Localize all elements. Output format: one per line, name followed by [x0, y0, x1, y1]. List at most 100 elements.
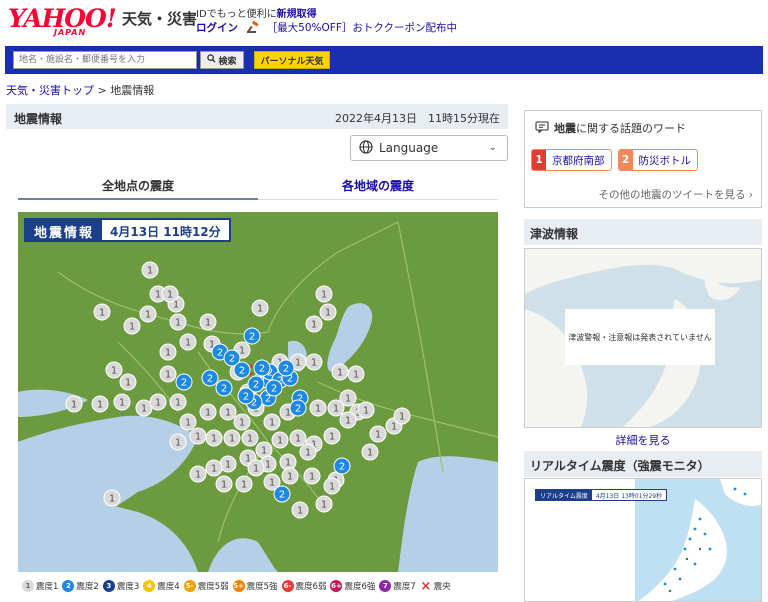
- intensity-marker: 2: [233, 361, 251, 379]
- svg-text:1: 1: [195, 432, 201, 443]
- main-section-header: 地震情報 2022年4月13日 11時15分現在: [6, 104, 508, 129]
- more-tweets-link[interactable]: その他の地震のツイートを見る ›: [598, 187, 753, 202]
- svg-text:2: 2: [249, 332, 255, 343]
- intensity-marker: 1: [199, 313, 217, 331]
- svg-text:1: 1: [311, 358, 317, 369]
- legend-label: 震度2: [76, 582, 99, 592]
- svg-text:1: 1: [167, 290, 173, 301]
- svg-text:1: 1: [71, 400, 77, 411]
- epicenter-icon: ×: [420, 578, 432, 594]
- intensity-marker: 2: [247, 375, 265, 393]
- yahoo-logo[interactable]: YAHOO! JAPAN: [8, 4, 118, 37]
- intensity-marker: 1: [205, 459, 223, 477]
- page-title: 地震情報: [14, 112, 63, 126]
- legend-label: 震度7: [393, 582, 416, 592]
- intensity-marker: 1: [361, 443, 379, 461]
- intensity-marker: 1: [159, 365, 177, 383]
- intensity-marker: 1: [309, 399, 327, 417]
- intensity-marker: 1: [303, 467, 321, 485]
- intensity-marker: 1: [123, 317, 141, 335]
- intensity-dot: 4: [143, 580, 156, 592]
- intensity-marker: 1: [305, 315, 323, 333]
- intensity-marker: 1: [179, 333, 197, 351]
- svg-text:2: 2: [279, 490, 285, 501]
- search-input[interactable]: [13, 51, 197, 69]
- legend-item: 7 震度7: [379, 580, 416, 592]
- earthquake-map[interactable]: 1111111111111111111111111111111111111111…: [18, 212, 498, 572]
- language-select[interactable]: Language ⌄: [350, 135, 508, 161]
- svg-text:1: 1: [175, 438, 181, 449]
- svg-text:1: 1: [295, 358, 301, 369]
- intensity-marker: 1: [149, 393, 167, 411]
- legend-item: 5- 震度5弱: [183, 580, 229, 592]
- svg-text:1: 1: [309, 472, 315, 483]
- intensity-marker: 1: [161, 285, 179, 303]
- svg-text:2: 2: [229, 354, 235, 365]
- globe-icon: [359, 139, 373, 157]
- tsunami-status: 津波警報・注意報は発表されていません: [565, 309, 715, 365]
- legend-label: 震度6弱: [295, 582, 327, 592]
- tsunami-detail-link[interactable]: 詳細を見る: [524, 432, 762, 448]
- intensity-dot: 7: [379, 580, 392, 592]
- service-name[interactable]: 天気・災害: [122, 8, 197, 29]
- intensity-marker: 1: [199, 403, 217, 421]
- intensity-marker: 2: [215, 379, 233, 397]
- tsunami-map[interactable]: 津波警報・注意報は発表されていません: [524, 248, 762, 428]
- svg-text:1: 1: [119, 398, 125, 409]
- intensity-dot: 5-: [183, 580, 196, 592]
- intensity-marker: 1: [319, 303, 337, 321]
- intensity-marker: 1: [315, 285, 333, 303]
- intensity-marker: 2: [277, 359, 295, 377]
- chat-icon: [535, 120, 549, 136]
- intensity-marker: 1: [219, 455, 237, 473]
- legend-label: 震度3: [116, 582, 140, 592]
- svg-text:1: 1: [125, 378, 131, 389]
- coupon-link[interactable]: ［最大50%OFF］おトククーポン配布中: [267, 22, 457, 34]
- svg-text:1: 1: [185, 338, 191, 349]
- tsunami-header: 津波情報: [524, 219, 762, 245]
- svg-text:1: 1: [211, 434, 217, 445]
- legend-item: × 震央: [420, 578, 450, 594]
- intensity-marker: 1: [279, 453, 297, 471]
- breadcrumb-top-link[interactable]: 天気・災害トップ: [6, 84, 94, 97]
- intensity-marker: 1: [233, 413, 251, 431]
- svg-text:1: 1: [97, 400, 103, 411]
- svg-text:1: 1: [315, 404, 321, 415]
- tab-each-region[interactable]: 各地域の震度: [258, 172, 498, 200]
- intensity-marker: 1: [113, 393, 131, 411]
- intensity-marker: 1: [139, 305, 157, 323]
- search-button[interactable]: 検索: [200, 51, 244, 69]
- svg-text:2: 2: [207, 374, 213, 385]
- intensity-dot: 2: [62, 580, 75, 592]
- svg-text:1: 1: [225, 408, 231, 419]
- svg-text:1: 1: [155, 398, 161, 409]
- svg-text:1: 1: [329, 432, 335, 443]
- legend-label: 震度1: [36, 582, 59, 592]
- breadcrumb: 天気・災害トップ > 地震情報: [6, 84, 155, 97]
- svg-text:1: 1: [329, 482, 335, 493]
- svg-text:1: 1: [141, 404, 147, 415]
- intensity-marker: 1: [347, 365, 365, 383]
- svg-text:2: 2: [253, 380, 259, 391]
- trending-word-2[interactable]: 2 防災ボトル: [617, 149, 698, 171]
- login-link[interactable]: ログイン: [196, 22, 238, 34]
- legend-item: 2 震度2: [62, 580, 99, 592]
- map-title-label: 地震情報 4月13日 11時12分: [24, 218, 231, 242]
- intensity-marker: 1: [223, 429, 241, 447]
- legend-item: 6- 震度6弱: [281, 580, 327, 592]
- realtime-intensity-map[interactable]: リアルタイム震度 4月13日 13時01分29秒: [524, 478, 762, 602]
- intensity-marker: 1: [339, 389, 357, 407]
- search-icon: [207, 54, 217, 66]
- svg-text:1: 1: [321, 290, 327, 301]
- intensity-marker: 2: [243, 327, 261, 345]
- intensity-marker: 1: [169, 393, 187, 411]
- intensity-marker: 1: [339, 411, 357, 429]
- intensity-marker: 1: [393, 407, 411, 425]
- svg-text:1: 1: [261, 446, 267, 457]
- personal-weather-button[interactable]: パーソナル天気: [254, 51, 330, 69]
- svg-text:1: 1: [353, 370, 359, 381]
- tab-all-points[interactable]: 全地点の震度: [18, 172, 258, 200]
- trending-word-1[interactable]: 1 京都府南部: [531, 149, 612, 171]
- update-time: 2022年4月13日 11時15分現在: [335, 112, 500, 125]
- hammer-icon: [247, 20, 259, 33]
